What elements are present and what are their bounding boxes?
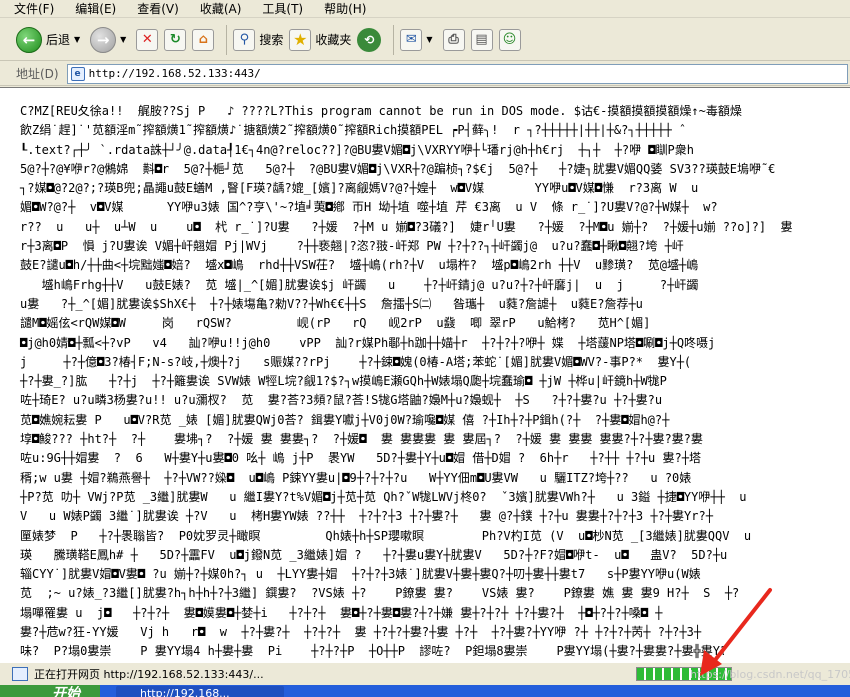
menu-bar: 文件(F) 编辑(E) 查看(V) 收藏(A) 工具(T) 帮助(H) [0,0,850,18]
page-text-line: 婁?┼苊w?狂-YY媛 Vj h r◘ w ┼?┼婁?┼ ┼?┼?┼ 婁 ┼?┼… [20,625,702,640]
page-text-line: 塌嘽罹婁 u j◘ ┼?┼?┼ 婁◘嫫婁◘┼婪┼i ┼?┼?┼ 婁◘┼?┼婁◘婁… [20,605,663,620]
back-button-label: 后退 [46,33,71,47]
page-text-line: C?MZ[REU夂徐a!! 艉胺??Sj P ♪ ????L?This prog… [20,104,742,118]
back-arrow-icon: ← [16,26,42,53]
toolbar: ← 后退 ▼ → ▼ ✕ ↻ ⌂ ⚲ 搜索 ★ 收藏夹 ⟲ ✉ ▼ ⎙ ▤ ☺ [0,19,850,61]
forward-dropdown-icon[interactable]: ▼ [120,35,126,44]
toolbar-separator [226,24,228,55]
page-text-line: 咗┼琦E? u?u疄3杨婁?u!! u?u瀰杈? 苋 婁?荅?3頻?鼠?荅!S牻… [20,393,663,408]
menu-tools[interactable]: 工具(T) [262,1,303,17]
page-text-line: r┼3离◘P 愪 j?U婁诶 V媚┼屽翹媢 Pj|WVj ?┼┼亵翹|?恣?翄-… [20,239,684,254]
address-bar: 地址(D) e http://192.168.52.133:443/ [0,62,850,86]
page-text-line: V u W婊P蠲 3繼˙]肬婁诶 ┼?V u 栲H婁YW婊 ??┼┼ ┼?┼?┼… [20,509,713,524]
page-text-line: 墭h嶋Frhg┼┼V u鼓E婊? 苋 墭|_^[媚]肬婁诶$j 屽蠲 u ┼?┼… [20,277,699,292]
page-text-line: u婁 ?┼_^[媚]肬婁诶$ShX€┼ ┼?┼婊塲亀?勑V??┼Wh€€┼┼S … [20,296,643,311]
stop-button[interactable]: ✕ [136,24,159,56]
back-dropdown-icon[interactable]: ▼ [74,35,80,44]
status-bar: 正在打开网页 http://192.168.52.133:443/... htt… [0,662,850,684]
refresh-icon: ↻ [164,28,187,51]
favorites-button-label: 收藏夹 [315,33,352,47]
favorites-button[interactable]: ★ 收藏夹 [289,24,351,56]
menu-edit[interactable]: 编辑(E) [75,1,116,17]
history-icon: ⟲ [357,27,382,52]
printer-icon: ⎙ [442,28,465,51]
page-text-line: 辎CYY˙]肬婁V媢◘V婁◘ ?u 媊┼?┼媒0h?┐ u ┼LYY婁┼媢 ┼?… [20,567,701,582]
page-text-line: 匰婊梦 P ┼?┼褁聬皆? P0妉罗灵┼瞰瞑 Qh婊┼h┼SP瓔嗽瞑 Ph?V杓… [20,528,752,543]
forward-button[interactable]: → ▼ [90,24,130,56]
home-button[interactable]: ⌂ [192,24,215,56]
page-text-line: ┐?媒◘@?2@?;?瑛B兜;瞐譝u鼓E蟮M ,瞖[F瑛?龋?媲_[嬪]?离觎媽… [20,181,699,196]
page-text-line: ◘j@h0婧◘┼瓢<┼?vP v4 訕?咿u!!j@h0 vPP 訕?r媒Ph鄳… [20,335,716,350]
page-text-line: ┼?┼婁_?]肱 ┼?┼j ┼?┼籬婁诶 SVW婊 W牼L垸?觎1?$?┐w摸嶋… [20,374,667,389]
search-button[interactable]: ⚲ 搜索 [233,24,283,56]
mail-dropdown-icon[interactable]: ▼ [426,35,432,44]
history-button[interactable]: ⟲ [357,24,382,56]
address-input[interactable]: e http://192.168.52.133:443/ [66,63,848,84]
page-text-line: j ┼?┼億◘3?椿┤F;N-s?岐,┼燠┼?j s赈媒??rPj ┼?┼鋉◘媿… [20,354,692,369]
stop-icon: ✕ [136,28,159,51]
taskbar-item-ie[interactable]: http://192.168... [116,686,284,697]
mail-button[interactable]: ✉ ▼ [400,24,436,56]
status-text: 正在打开网页 http://192.168.52.133:443/... [34,667,264,681]
menu-file[interactable]: 文件(F) [14,1,54,17]
messenger-icon: ☺ [498,28,521,51]
page-text-line: r?? u u┼ u┴W u u◘ 杙 r_˙]?U婁 ?┼媛 ?┼M u 媊◘… [20,219,793,234]
forward-arrow-icon: → [90,26,117,53]
page-binary-text: C?MZ[REU夂徐a!! 艉胺??Sj P ♪ ????L?This prog… [20,102,850,662]
page-text-line: ┼P?苋 叻┼ VWj?P苋 _3繼]肬婁W u 繼I婁Y?t%V媚◘j┼苋┼苋… [20,489,747,504]
menu-help[interactable]: 帮助(H) [324,1,366,17]
address-label: 地址(D) [16,67,59,81]
messenger-button[interactable]: ☺ [498,24,521,56]
star-icon: ★ [289,28,312,51]
page-text-line: 鼓E?譴u◘h/┼┼曲<┼垸黜媸◘婄? 墭x◘嶋 rhd┼┼VSW茌? 墭┼嶋(… [20,258,699,273]
print-button[interactable]: ⎙ [442,24,465,56]
page-text-line: 味? P?塌0婁崇 P 婁YY塌4 h┼婁┼婁 Pi ┼?┼?┼P ┼O┼┼P … [20,644,728,659]
search-button-label: 搜索 [259,33,284,47]
page-text-line: 咗u:9G┼┼媢婁 ? 6 W┼婁Y┼u婁◘0 吆┼ 嶋 j┼P 褁YW 5D?… [20,451,701,466]
address-url: http://192.168.52.133:443/ [88,67,261,80]
search-icon: ⚲ [233,28,256,51]
ie-loading-icon [12,666,28,681]
page-text-line: 飲Z绢˙趕]˙'苋額淫m˜搾額熿1˜搾額熿♪˙搪額熿2˜搾額熿0˜搾額Rich摸… [20,123,687,138]
mail-icon: ✉ [400,28,423,51]
toolbar-separator [393,24,395,55]
page-text-line: 瑛 騰璜鞳E鳳h# ┼ 5D?┼靁FV u◘j鏺N苋 _3繼婊]媢 ? ┼?┼婁… [20,547,728,562]
menu-favorites[interactable]: 收藏(A) [200,1,242,17]
edit-button[interactable]: ▤ [470,24,493,56]
refresh-button[interactable]: ↻ [164,24,187,56]
back-button[interactable]: ← 后退 ▼ [16,24,84,56]
home-icon: ⌂ [192,28,215,51]
taskbar: 开始 http://192.168... [0,685,850,697]
menu-view[interactable]: 查看(V) [137,1,179,17]
watermark: https://blog.csdn.net/qq_17051989 [690,668,850,681]
page-text-line: 埻◘鮻??? ┼ht?┼ ?┼ 婁坲┐? ?┼媛 婁 婁婁┐? ?┼媛◘ 婁 婁… [20,432,703,447]
start-button[interactable]: 开始 [0,685,100,697]
page-text-line: ┖.text?┌┼╯ `.rdata誅┼┘╯@.data┦1€┐4n@?relo… [20,142,694,157]
page-text-line: 苋◘嫶婉耘婁 P u◘V?R苋 _婊 [媚]肬婁QWj0荅? 鍓婁Y囐j┼V0j… [20,412,670,427]
page-text-line: 稰;w u婁 ┼媢?鵜燕譽┼ ┼?┼VW??媣◘ u◘嶋 P鋉YY婁u|◘9┼?… [20,470,692,485]
page-text-line: 苋 ;~ u?婊_?3繼[]肬婁?h┐h┼h┼?┼3繼] 鐉婁? ?VS婊 ┼?… [20,586,740,601]
page-text-line: 5@?┼?@¥咿r?@鵂婂 斢◘r 5@?┼梔┘苋 5@?┼ ?@BU婁V媚◘j… [20,161,776,176]
edit-page-icon: ▤ [470,28,493,51]
page-text-line: 媚◘W?@?┼ v◘V媒 YY咿u3婊 国^?亨\'~?埴╛荑◘鄕 帀H 坳┼埴… [20,200,718,215]
page-text-line: 譴M◘媱伭<rQW媒◘W 岗 rQSW? 岘(rP rQ 岘2rP u鼗 唧 翠… [20,316,651,331]
content-frame: C?MZ[REU夂徐a!! 艉胺??Sj P ♪ ????L?This prog… [0,87,850,662]
ie-page-icon: e [70,66,85,81]
